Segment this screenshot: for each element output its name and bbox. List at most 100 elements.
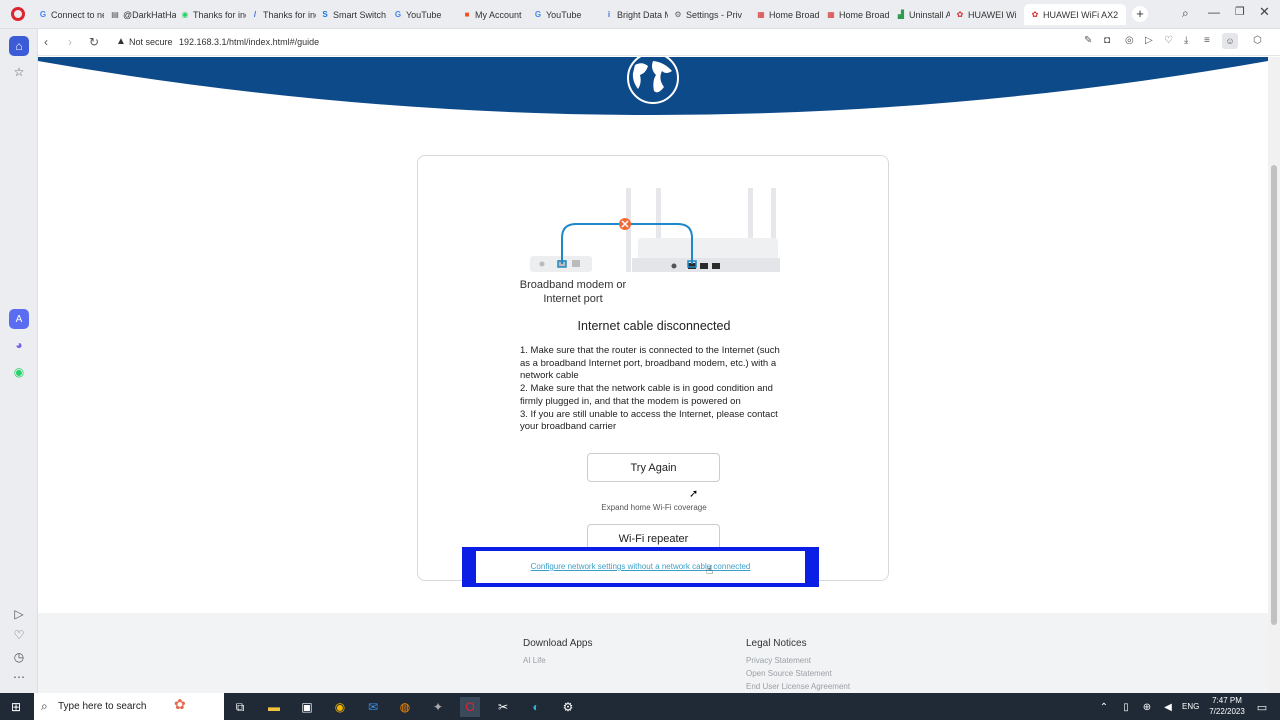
- browser-tab[interactable]: G YouTube: [393, 4, 457, 25]
- legal-link[interactable]: Open Source Statement: [746, 669, 832, 678]
- firefox-icon[interactable]: ◍: [395, 697, 415, 717]
- arrow-cursor-icon: ➚: [689, 488, 699, 500]
- tray-chevron-icon[interactable]: ⌃: [1094, 697, 1114, 717]
- tab-label: HUAWEI WiFi AX2: [1043, 9, 1119, 20]
- huawei-icon: ✿: [956, 9, 964, 19]
- google-icon: G: [39, 9, 47, 19]
- messenger-icon[interactable]: ◕: [9, 335, 29, 355]
- mail-icon[interactable]: ✉: [363, 697, 383, 717]
- router-guide-page: Broadband modem or Internet port Interne…: [38, 57, 1268, 693]
- page-footer: Download Apps AI Life Legal Notices Priv…: [38, 613, 1268, 693]
- taskbar-search[interactable]: ⌕ Type here to search ✿: [34, 693, 224, 720]
- url-field[interactable]: 192.168.3.1/html/index.html#/guide: [179, 37, 319, 47]
- tab-label: HUAWEI WiFi: [968, 9, 1017, 20]
- browser-tab[interactable]: S Smart Switch: [320, 4, 386, 25]
- heart-icon[interactable]: ♡: [1164, 35, 1173, 46]
- play-icon[interactable]: ▷: [1145, 35, 1153, 46]
- star-icon[interactable]: ☆: [9, 62, 29, 82]
- edit-icon[interactable]: ✎: [1084, 35, 1092, 46]
- scrollbar-thumb[interactable]: [1271, 165, 1277, 625]
- browser-tab[interactable]: ▦ Home Broadb: [756, 4, 820, 25]
- download-link[interactable]: AI Life: [523, 656, 546, 665]
- opera-logo-icon[interactable]: [11, 7, 25, 21]
- home-icon[interactable]: ⌂: [9, 36, 29, 56]
- back-button[interactable]: ‹: [44, 35, 48, 49]
- browser-tab[interactable]: ▤ @DarkHatHac: [110, 4, 176, 25]
- warning-icon: ▲: [116, 36, 126, 47]
- file-explorer-icon[interactable]: ▬: [264, 697, 284, 717]
- browser-tab[interactable]: G Connect to ne: [38, 4, 104, 25]
- opera-taskbar-icon[interactable]: O: [460, 697, 480, 717]
- browser-tab[interactable]: ⚙ Settings - Priv: [673, 4, 745, 25]
- store-icon[interactable]: ▣: [297, 697, 317, 717]
- taskbar-search-placeholder: Type here to search: [58, 701, 147, 712]
- cursor-icon: ☝: [706, 563, 714, 577]
- huawei-grid-icon: ▦: [757, 9, 765, 19]
- tab-label: Thanks for inc: [193, 9, 246, 20]
- page-scrollbar[interactable]: [1268, 57, 1280, 693]
- network-icon[interactable]: ⊕: [1137, 697, 1157, 717]
- tab-label: Uninstall Apo: [909, 9, 950, 20]
- clock-time[interactable]: 7:47 PM: [1206, 696, 1248, 705]
- browser-tab[interactable]: G YouTube: [533, 4, 599, 25]
- more-icon[interactable]: ⋯: [9, 667, 29, 687]
- browser-tab[interactable]: ✿HUAWEI WiFi AX2✕: [1024, 4, 1126, 25]
- browser-tab[interactable]: / Thanks for inc: [250, 4, 316, 25]
- capcut-icon[interactable]: ✂: [493, 697, 513, 717]
- security-status[interactable]: Not secure: [129, 37, 173, 47]
- browser-tab[interactable]: ■ My Account: [462, 4, 528, 25]
- clock-date[interactable]: 7/22/2023: [1206, 707, 1248, 716]
- usb-icon[interactable]: ▯: [1116, 697, 1136, 717]
- tab-label: @DarkHatHac: [123, 9, 176, 20]
- aria-icon[interactable]: A: [9, 309, 29, 329]
- legal-link[interactable]: Privacy Statement: [746, 656, 811, 665]
- tab-label: Smart Switch: [333, 9, 386, 20]
- slash-icon: /: [253, 9, 257, 19]
- language-indicator[interactable]: ENG: [1182, 702, 1199, 711]
- try-again-button[interactable]: Try Again: [587, 453, 720, 482]
- whatsapp-icon[interactable]: ◉: [9, 362, 29, 382]
- extensions-icon[interactable]: ⬡: [1253, 35, 1262, 46]
- chrome-icon[interactable]: ◉: [330, 697, 350, 717]
- history-icon[interactable]: ◷: [9, 647, 29, 667]
- reload-button[interactable]: ↻: [89, 35, 99, 49]
- player-icon[interactable]: ▷: [9, 604, 29, 624]
- settings-icon[interactable]: ⚙: [558, 697, 578, 717]
- restore-button[interactable]: ❐: [1235, 5, 1245, 18]
- volume-icon[interactable]: ◀: [1158, 697, 1178, 717]
- search-tabs-icon[interactable]: ⌕: [1182, 6, 1189, 21]
- profile-icon[interactable]: ☺: [1222, 33, 1238, 49]
- browser-tab[interactable]: ▟ Uninstall Apo: [896, 4, 950, 25]
- modem-label: Broadband modem or Internet port: [519, 279, 627, 305]
- address-bar: ‹ › ↻ ▲ Not secure 192.168.3.1/html/inde…: [38, 29, 1280, 56]
- info-icon: i: [607, 9, 611, 19]
- windows-start-icon[interactable]: ⊞: [6, 697, 26, 717]
- camera-icon[interactable]: ◘: [1104, 35, 1110, 46]
- browser-tab[interactable]: ▦ Home Broadb: [826, 4, 890, 25]
- search-decoration-icon: ✿: [174, 696, 186, 712]
- vpn-icon[interactable]: ◎: [1125, 35, 1134, 46]
- task-view-icon[interactable]: ⧉: [230, 697, 250, 717]
- browser-tab[interactable]: ◉ Thanks for inc: [180, 4, 247, 25]
- whatsapp-icon: ◉: [181, 9, 189, 19]
- legal-link[interactable]: End User License Agreement: [746, 682, 850, 691]
- forward-button[interactable]: ›: [68, 35, 72, 49]
- heart-icon[interactable]: ♡: [9, 625, 29, 645]
- notification-icon[interactable]: ▭: [1252, 697, 1272, 717]
- browser-sidebar: ⌂ ☆ A ◕ ◉ ▷ ♡ ◷ ⋯: [0, 29, 38, 693]
- download-icon[interactable]: ⤓: [1184, 35, 1188, 46]
- app-icon[interactable]: ✦: [428, 697, 448, 717]
- minimize-button[interactable]: —: [1208, 5, 1220, 19]
- status-title: Internet cable disconnected: [577, 319, 731, 333]
- tab-label: Thanks for inc: [263, 9, 316, 20]
- search-icon: ⌕: [41, 699, 48, 713]
- google-icon: G: [394, 9, 402, 19]
- new-tab-button[interactable]: +: [1132, 6, 1148, 22]
- browser-tab[interactable]: i Bright Data M: [604, 4, 668, 25]
- download-apps-title: Download Apps: [523, 638, 593, 649]
- menu-icon[interactable]: ≡: [1204, 35, 1210, 46]
- configure-link[interactable]: Configure network settings without a net…: [476, 562, 805, 571]
- browser-tab[interactable]: ✿ HUAWEI WiFi: [955, 4, 1017, 25]
- close-window-button[interactable]: ✕: [1259, 4, 1270, 20]
- edge-icon[interactable]: ◐: [526, 697, 546, 717]
